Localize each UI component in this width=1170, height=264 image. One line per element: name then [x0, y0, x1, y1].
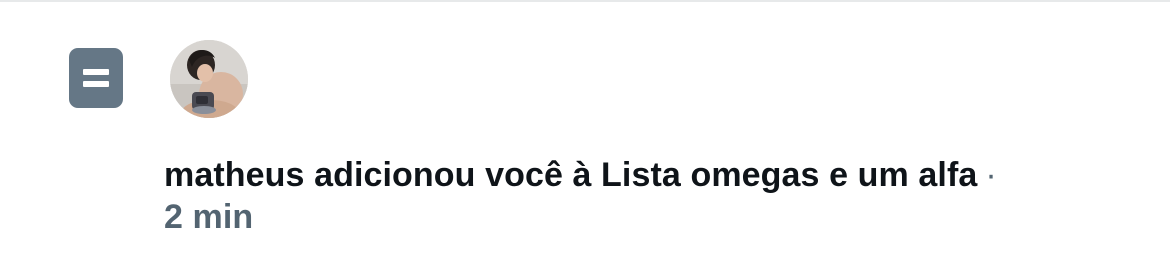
separator-dot: · — [985, 156, 997, 194]
message-text: matheus adicionou você à Lista omegas e … — [164, 156, 978, 194]
list-icon — [69, 48, 123, 108]
avatar[interactable] — [170, 40, 248, 118]
timestamp[interactable]: 2 min — [164, 196, 1144, 238]
notification-item[interactable]: matheus adicionou você à Lista omegas e … — [0, 2, 1170, 264]
notification-message: matheus adicionou você à Lista omegas e … — [164, 154, 1144, 238]
avatar-photo — [170, 40, 248, 118]
